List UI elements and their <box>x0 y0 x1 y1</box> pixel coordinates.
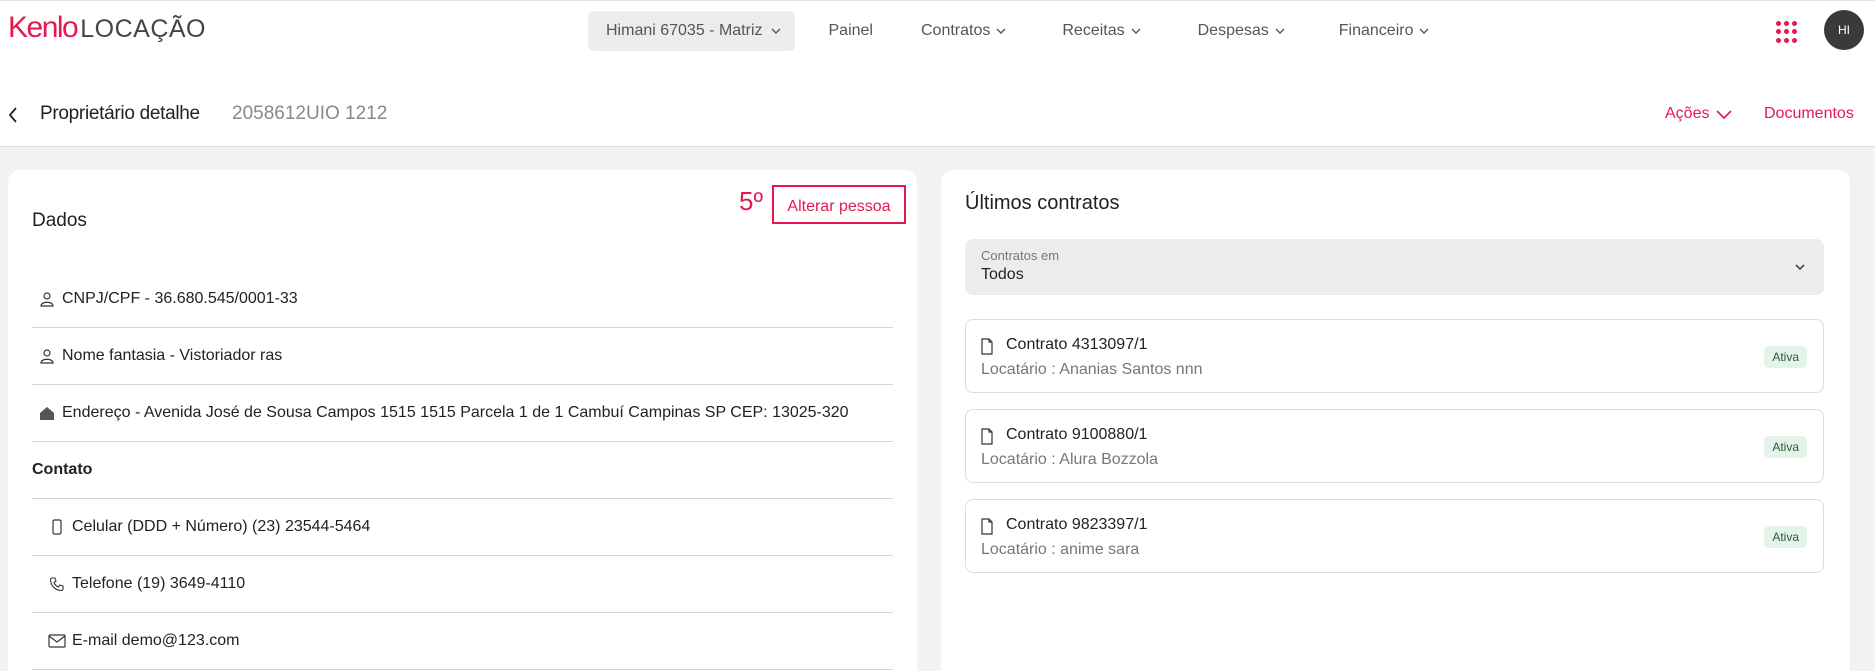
contract-tenant: Locatário : Alura Bozzola <box>981 451 1158 468</box>
trade-name-text: Nome fantasia - Vistoriador ras <box>62 347 283 364</box>
document-icon <box>981 338 993 355</box>
select-value: Todos <box>981 266 1024 283</box>
contract-item[interactable]: Contrato 9823397/1 Locatário : anime sar… <box>965 499 1824 573</box>
logo[interactable]: Kenlo LOCAÇÃO <box>8 11 206 45</box>
contract-name: Contrato 4313097/1 <box>1006 336 1148 353</box>
select-label: Contratos em <box>981 248 1060 263</box>
contracts-filter-select[interactable]: Contratos em Todos <box>965 239 1824 295</box>
branch-label: Himani 67035 - Matriz <box>606 22 763 39</box>
mobile-phone-icon <box>48 518 66 536</box>
cnpj-row: CNPJ/CPF - 36.680.545/0001-33 <box>32 271 893 328</box>
cnpj-text: CNPJ/CPF - 36.680.545/0001-33 <box>62 290 298 307</box>
mail-icon <box>48 632 66 650</box>
page-header: Proprietário detalhe 2058612UIO 1212 Açõ… <box>0 60 1875 147</box>
chevron-down-icon <box>1131 28 1141 34</box>
actions-dropdown[interactable]: Ações <box>1665 105 1733 123</box>
status-badge: Ativa <box>1764 526 1807 548</box>
phone-text: Telefone (19) 3649-4110 <box>72 575 246 592</box>
document-icon <box>981 428 993 445</box>
mobile-row: Celular (DDD + Número) (23) 23544-5464 <box>32 499 893 556</box>
logo-product: LOCAÇÃO <box>80 15 206 43</box>
contract-tenant: Locatário : anime sara <box>981 541 1140 558</box>
contact-title: Contato <box>32 442 893 499</box>
chevron-down-icon <box>771 28 780 34</box>
chevron-down-icon <box>996 28 1006 34</box>
address-text: Endereço - Avenida José de Sousa Campos … <box>62 404 849 421</box>
status-badge: Ativa <box>1764 436 1807 458</box>
phone-icon <box>48 575 66 593</box>
nav-item-despesas[interactable]: Despesas <box>1198 22 1285 40</box>
chevron-down-icon <box>1275 28 1285 34</box>
top-navbar: Kenlo LOCAÇÃO Himani 67035 - Matriz Pain… <box>0 0 1875 60</box>
actions-label: Ações <box>1665 105 1710 122</box>
mobile-text: Celular (DDD + Número) (23) 23544-5464 <box>72 518 371 535</box>
contract-name: Contrato 9823397/1 <box>1006 516 1148 533</box>
avatar[interactable]: HI <box>1824 10 1864 50</box>
step-annotation: 5º <box>739 186 763 216</box>
nav-item-label: Receitas <box>1062 22 1125 39</box>
nav-item-financeiro[interactable]: Financeiro <box>1339 22 1430 40</box>
main-nav: Himani 67035 - Matriz Painel Contratos R… <box>588 11 1429 51</box>
branch-selector[interactable]: Himani 67035 - Matriz <box>588 11 795 51</box>
chevron-down-icon <box>1795 264 1805 271</box>
nav-item-painel[interactable]: Painel <box>829 22 873 40</box>
phone-row: Telefone (19) 3649-4110 <box>32 556 893 613</box>
nav-item-label: Financeiro <box>1338 22 1414 39</box>
nav-item-label: Painel <box>828 22 873 39</box>
back-arrow-icon[interactable] <box>6 105 20 125</box>
nav-item-label: Contratos <box>920 22 991 39</box>
contract-name: Contrato 9100880/1 <box>1006 426 1148 443</box>
contract-item[interactable]: Contrato 4313097/1 Locatário : Ananias S… <box>965 319 1824 393</box>
contract-item[interactable]: Contrato 9100880/1 Locatário : Alura Boz… <box>965 409 1824 483</box>
document-icon <box>981 518 993 535</box>
owner-code: 2058612UIO 1212 <box>232 103 388 124</box>
owner-data-card: Dados 5º Alterar pessoa CNPJ/CPF - 36.68… <box>8 170 917 671</box>
trade-name-row: Nome fantasia - Vistoriador ras <box>32 328 893 385</box>
nav-item-contratos[interactable]: Contratos <box>921 22 1006 40</box>
chevron-down-icon <box>1419 28 1429 34</box>
status-badge: Ativa <box>1764 346 1807 368</box>
contract-tenant: Locatário : Ananias Santos nnn <box>981 361 1203 378</box>
email-text: E-mail demo@123.com <box>72 632 240 649</box>
latest-contracts-card: Últimos contratos Contratos em Todos Con… <box>941 170 1850 671</box>
section-title: Dados <box>32 210 87 231</box>
nav-item-label: Despesas <box>1197 22 1269 39</box>
nav-item-receitas[interactable]: Receitas <box>1062 22 1141 40</box>
address-row: Endereço - Avenida José de Sousa Campos … <box>32 385 893 442</box>
person-icon <box>38 347 56 365</box>
email-row: E-mail demo@123.com <box>32 613 893 670</box>
person-icon <box>38 290 56 308</box>
documents-link[interactable]: Documentos <box>1764 105 1854 123</box>
change-person-button[interactable]: Alterar pessoa <box>772 185 906 224</box>
section-title: Últimos contratos <box>965 192 1120 214</box>
apps-grid-icon[interactable] <box>1776 21 1798 43</box>
chevron-down-icon <box>1716 110 1733 120</box>
home-icon <box>38 404 56 422</box>
change-person-label: Alterar pessoa <box>787 197 891 215</box>
page-title: Proprietário detalhe <box>40 103 200 124</box>
logo-brand: Kenlo <box>8 11 79 44</box>
